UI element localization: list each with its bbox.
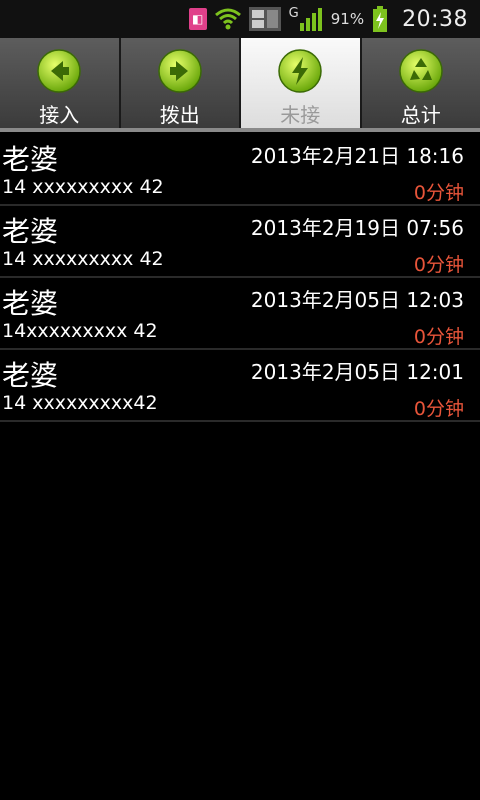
- status-bar: ◧ G 91% 20:38: [0, 0, 480, 38]
- tab-outgoing-label: 拨出: [159, 103, 200, 127]
- phone-number: 14xxxxxxxxx 42: [2, 320, 158, 342]
- contact-name: 老婆: [2, 359, 59, 392]
- tab-divider: [0, 128, 480, 132]
- tab-outgoing[interactable]: 拨出: [120, 38, 241, 130]
- call-duration: 0分钟: [413, 398, 464, 420]
- call-datetime: 2013年2月05日 12:01: [250, 360, 464, 384]
- call-datetime: 2013年2月05日 12:03: [250, 288, 464, 312]
- call-duration: 0分钟: [413, 326, 464, 348]
- contact-name: 老婆: [2, 143, 59, 176]
- call-log-list: 老婆 2013年2月21日 18:16 14 xxxxxxxxx 42 0分钟 …: [0, 134, 480, 422]
- tab-missed-label: 未接: [280, 103, 321, 127]
- list-item[interactable]: 老婆 2013年2月19日 07:56 14 xxxxxxxxx 42 0分钟: [0, 206, 480, 278]
- contact-name: 老婆: [2, 287, 59, 320]
- tab-incoming-label: 接入: [39, 103, 80, 127]
- network-type-label: G: [288, 6, 299, 21]
- list-item[interactable]: 老婆 2013年2月21日 18:16 14 xxxxxxxxx 42 0分钟: [0, 134, 480, 206]
- status-clock: 20:38: [402, 6, 468, 32]
- call-duration: 0分钟: [413, 254, 464, 276]
- data-transfer-icon: [248, 6, 281, 32]
- tab-incoming[interactable]: 接入: [0, 38, 121, 130]
- tab-total-label: 总计: [400, 103, 441, 127]
- call-datetime: 2013年2月21日 18:16: [250, 144, 464, 168]
- call-datetime: 2013年2月19日 07:56: [250, 216, 464, 240]
- lightning-icon: [278, 49, 322, 93]
- tab-total[interactable]: 总计: [361, 38, 480, 130]
- arrow-right-icon: [158, 49, 202, 93]
- list-item[interactable]: 老婆 2013年2月05日 12:03 14xxxxxxxxx 42 0分钟: [0, 278, 480, 350]
- call-duration: 0分钟: [413, 182, 464, 204]
- battery-percent: 91%: [330, 10, 365, 28]
- call-type-tabs: 接入 拨出 未接 总计: [0, 38, 480, 130]
- signal-strength-icon: G: [289, 6, 323, 32]
- arrow-left-icon: [37, 49, 81, 93]
- recycle-icon: [399, 49, 443, 93]
- phone-number: 14 xxxxxxxxx 42: [2, 248, 164, 270]
- phone-number: 14 xxxxxxxxx42: [2, 392, 158, 414]
- tab-missed[interactable]: 未接: [241, 38, 362, 130]
- sim-card-icon: ◧: [188, 8, 207, 30]
- wifi-icon: [214, 6, 241, 32]
- list-item[interactable]: 老婆 2013年2月05日 12:01 14 xxxxxxxxx42 0分钟: [0, 350, 480, 422]
- contact-name: 老婆: [2, 215, 59, 248]
- battery-charging-icon: [372, 6, 388, 32]
- phone-number: 14 xxxxxxxxx 42: [2, 176, 164, 198]
